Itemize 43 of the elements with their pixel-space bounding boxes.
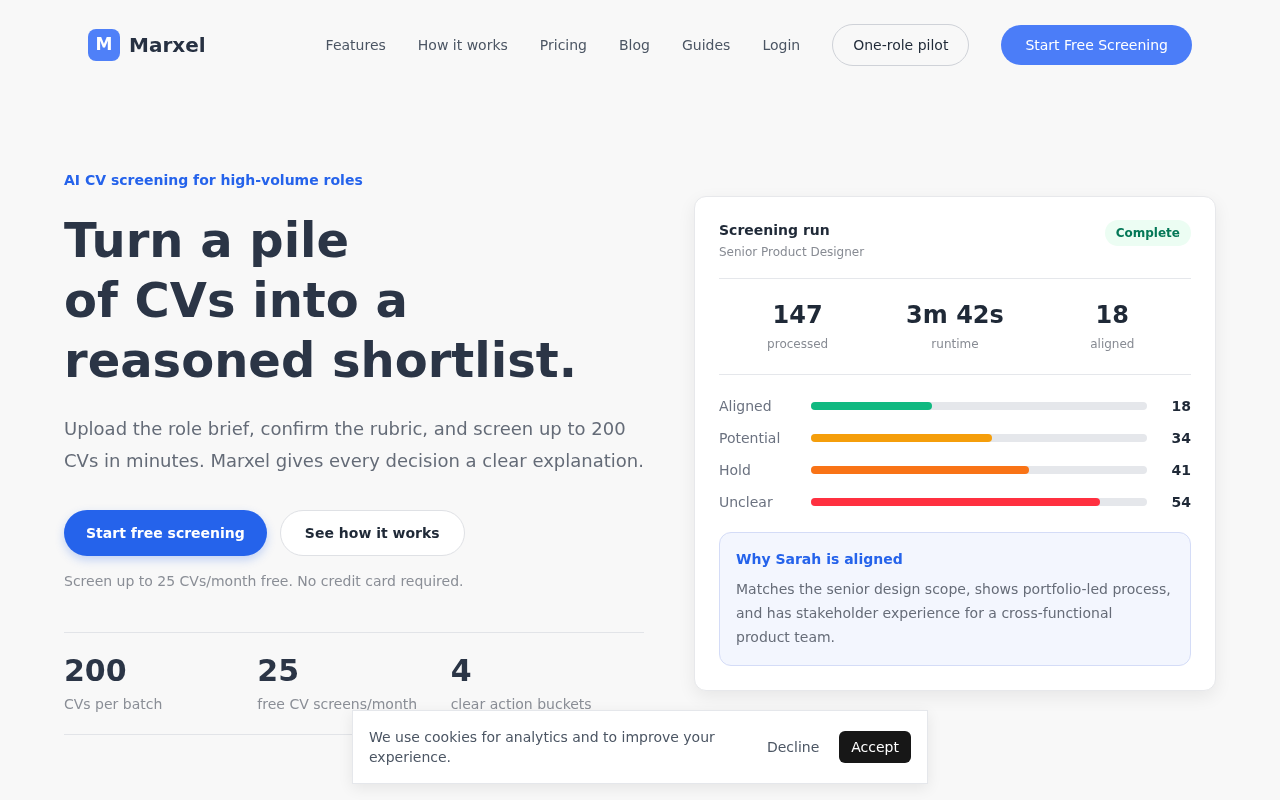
metric-value: 3m 42s: [906, 300, 1004, 331]
stat-value: 25: [257, 653, 301, 689]
bucket-count: 34: [1170, 429, 1191, 448]
metric-value: 147: [772, 300, 823, 331]
brand-name: Marxel: [129, 32, 206, 59]
bucket-label: Aligned: [719, 397, 773, 416]
nav-link[interactable]: Blog: [619, 34, 650, 56]
bucket-count: 54: [1170, 493, 1191, 512]
explanation-text: Matches the senior design scope, shows portfolio-led process, and has stakeholder experience for a cross-functional product team.: [736, 580, 1172, 647]
decline-button[interactable]: Decline: [754, 731, 832, 763]
hero-note: Screen up to 25 CVs/month free. No credit card required.: [64, 572, 465, 591]
stat-value: 4: [450, 653, 473, 689]
start-free-button[interactable]: Start free screening: [64, 510, 267, 556]
hero-headline: Turn a pile of CVs into a reasoned shortlist.: [64, 211, 578, 390]
bucket-label: Unclear: [719, 493, 774, 512]
stat-label: clear action buckets: [450, 695, 593, 714]
hero-description: Upload the role brief, confirm the rubric, and screen up to 200 CVs in minutes. Marxel gives every decision a clear explanation.: [64, 417, 644, 473]
stat-label: free CV screens/month: [257, 695, 419, 714]
metric-value: 18: [1095, 300, 1129, 331]
explanation-title: Why Sarah is aligned: [736, 550, 904, 569]
nav-link[interactable]: Guides: [681, 34, 731, 56]
bucket-label: Hold: [719, 461, 752, 480]
nav-link[interactable]: Features: [325, 34, 386, 56]
nav-link[interactable]: How it works: [417, 34, 508, 56]
card-title: Screening run: [719, 221, 831, 240]
metric-label: processed: [767, 336, 829, 352]
bucket-count: 41: [1170, 461, 1191, 480]
status-badge: Complete: [1104, 220, 1191, 246]
metric-label: aligned: [1090, 336, 1135, 352]
stat-label: CVs per batch: [64, 695, 164, 714]
nav-link[interactable]: Login: [762, 34, 801, 56]
nav-link[interactable]: Pricing: [539, 34, 587, 56]
hero-eyebrow: AI CV screening for high-volume roles: [64, 171, 364, 190]
card-subtitle: Senior Product Designer: [719, 244, 865, 260]
start-screening-button[interactable]: Start Free Screening: [1001, 25, 1192, 65]
bucket-label: Potential: [719, 429, 782, 448]
logo-mark: M: [88, 29, 120, 61]
accept-button[interactable]: Accept: [839, 731, 911, 763]
bucket-count: 18: [1170, 397, 1191, 416]
how-it-works-button[interactable]: See how it works: [279, 510, 465, 556]
metric-label: runtime: [931, 336, 979, 352]
stat-value: 200: [64, 653, 128, 689]
cookie-text: We use cookies for analytics and to improve your experience.: [369, 728, 716, 767]
